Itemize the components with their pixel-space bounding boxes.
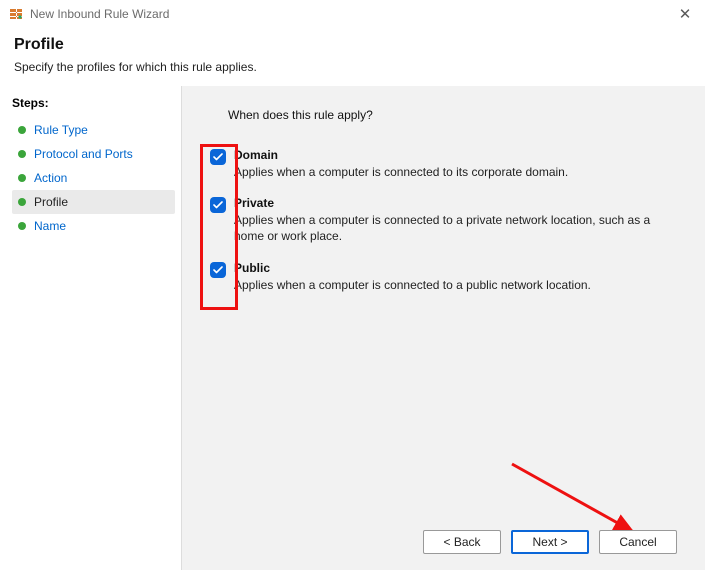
window-title: New Inbound Rule Wizard <box>30 7 673 21</box>
step-label: Profile <box>34 195 68 209</box>
titlebar: New Inbound Rule Wizard ✕ <box>0 0 705 28</box>
option-label: Public <box>234 261 677 275</box>
page-title: Profile <box>14 36 691 54</box>
bullet-icon <box>18 198 26 206</box>
option-text: Private Applies when a computer is conne… <box>234 196 677 244</box>
close-icon[interactable]: ✕ <box>673 5 697 23</box>
option-label: Private <box>234 196 677 210</box>
option-desc: Applies when a computer is connected to … <box>234 164 677 180</box>
step-label: Name <box>34 219 66 233</box>
firewall-icon <box>8 6 24 22</box>
option-private: Private Applies when a computer is conne… <box>210 196 677 244</box>
option-public: Public Applies when a computer is connec… <box>210 261 677 293</box>
checkbox-domain[interactable] <box>210 149 226 165</box>
option-text: Domain Applies when a computer is connec… <box>234 148 677 180</box>
option-label: Domain <box>234 148 677 162</box>
wizard-content: When does this rule apply? Domain Applie… <box>182 86 705 570</box>
wizard-footer: < Back Next > Cancel <box>423 530 677 554</box>
cancel-button[interactable]: Cancel <box>599 530 677 554</box>
option-desc: Applies when a computer is connected to … <box>234 212 677 244</box>
step-action[interactable]: Action <box>12 166 175 190</box>
bullet-icon <box>18 222 26 230</box>
page-subtitle: Specify the profiles for which this rule… <box>14 60 691 74</box>
wizard-body: Steps: Rule Type Protocol and Ports Acti… <box>0 86 705 570</box>
step-rule-type[interactable]: Rule Type <box>12 118 175 142</box>
wizard-header: Profile Specify the profiles for which t… <box>0 28 705 86</box>
check-icon <box>213 265 223 275</box>
option-text: Public Applies when a computer is connec… <box>234 261 677 293</box>
back-button[interactable]: < Back <box>423 530 501 554</box>
steps-sidebar: Steps: Rule Type Protocol and Ports Acti… <box>0 86 182 570</box>
check-icon <box>213 200 223 210</box>
check-icon <box>213 152 223 162</box>
steps-title: Steps: <box>12 96 175 110</box>
step-label: Protocol and Ports <box>34 147 133 161</box>
option-desc: Applies when a computer is connected to … <box>234 277 677 293</box>
bullet-icon <box>18 126 26 134</box>
step-name[interactable]: Name <box>12 214 175 238</box>
option-domain: Domain Applies when a computer is connec… <box>210 148 677 180</box>
bullet-icon <box>18 174 26 182</box>
step-profile[interactable]: Profile <box>12 190 175 214</box>
content-question: When does this rule apply? <box>228 108 677 122</box>
step-protocol-ports[interactable]: Protocol and Ports <box>12 142 175 166</box>
checkbox-public[interactable] <box>210 262 226 278</box>
checkbox-private[interactable] <box>210 197 226 213</box>
bullet-icon <box>18 150 26 158</box>
step-label: Rule Type <box>34 123 88 137</box>
step-label: Action <box>34 171 67 185</box>
next-button[interactable]: Next > <box>511 530 589 554</box>
